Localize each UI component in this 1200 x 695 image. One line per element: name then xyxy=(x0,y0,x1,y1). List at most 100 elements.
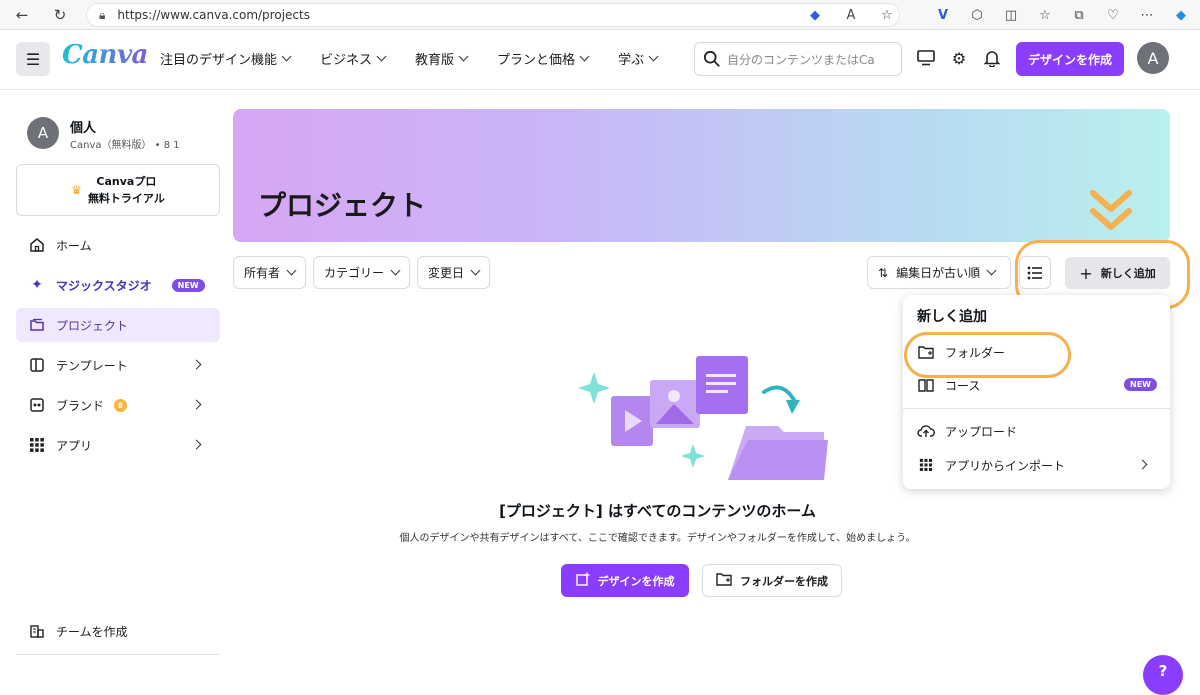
add-new-button[interactable]: + 新しく追加 xyxy=(1065,257,1170,289)
category-filter[interactable]: カテゴリー xyxy=(313,256,410,289)
sidebar: A 個人 Canva（無料版） • 8 1 ♛ Canvaプロ 無料トライアル … xyxy=(0,91,232,675)
nav-education[interactable]: 教育版 xyxy=(415,49,469,68)
read-aloud-icon[interactable]: A xyxy=(842,6,860,24)
search-input[interactable]: 自分のコンテンツまたはCa xyxy=(694,42,902,76)
account-avatar[interactable]: A xyxy=(27,117,59,149)
empty-state-title: [プロジェクト] はすべてのコンテンツのホーム xyxy=(499,502,816,520)
tag-icon[interactable]: ◆ xyxy=(806,6,824,24)
canva-logo[interactable]: Canva xyxy=(62,40,148,70)
nav-pricing[interactable]: プランと価格 xyxy=(497,49,590,68)
chevron-down-icon xyxy=(648,51,659,62)
help-button[interactable]: ? xyxy=(1143,655,1183,695)
create-team-label: チームを作成 xyxy=(56,624,128,639)
split-screen-icon[interactable]: ◫ xyxy=(1002,6,1020,24)
sidebar-divider xyxy=(16,654,220,655)
grid-icon xyxy=(28,436,46,454)
arrow-left-icon[interactable]: ← xyxy=(13,6,31,24)
create-design-button-main[interactable]: デザインを作成 xyxy=(561,564,689,597)
button-label: デザインを作成 xyxy=(597,574,675,588)
sidebar-item-projects[interactable]: プロジェクト xyxy=(16,308,220,342)
menu-item-course[interactable]: コース NEW xyxy=(903,370,1170,400)
sidebar-item-label: アプリ xyxy=(56,438,93,453)
sidebar-item-templates[interactable]: テンプレート xyxy=(16,348,220,382)
nav-label: 学ぶ xyxy=(618,53,645,68)
folder-icon xyxy=(28,316,46,334)
pro-trial-line1: Canvaプロ xyxy=(96,175,157,188)
sidebar-item-label: ホーム xyxy=(56,238,92,253)
more-icon[interactable]: ⋯ xyxy=(1138,6,1156,24)
hamburger-menu-icon[interactable]: ☰ xyxy=(16,42,50,76)
building-icon xyxy=(28,622,46,640)
chevron-down-icon xyxy=(390,265,401,276)
sidebar-item-label: ブランド xyxy=(56,398,105,413)
owner-filter[interactable]: 所有者 xyxy=(233,256,306,289)
double-chevron-down-icon xyxy=(1090,190,1132,230)
chevron-down-icon xyxy=(579,51,590,62)
sort-label: 編集日が古い順 xyxy=(896,266,981,280)
app-header: ☰ Canva 注目のデザイン機能 ビジネス 教育版 プランと価格 学ぶ 自分の… xyxy=(0,30,1200,90)
sort-dropdown[interactable]: ⇅ 編集日が古い順 xyxy=(867,256,1011,289)
puzzle-icon[interactable]: ⬡ xyxy=(968,6,986,24)
menu-item-label: アプリからインポート xyxy=(945,458,1066,473)
chevron-down-icon xyxy=(286,265,297,276)
favorites-icon[interactable]: ☆ xyxy=(1036,6,1054,24)
crown-badge-icon: ♛ xyxy=(114,398,128,412)
create-folder-button[interactable]: フォルダーを作成 xyxy=(702,564,842,597)
sidebar-item-magic-studio[interactable]: ✦ マジックスタジオ NEW xyxy=(16,268,220,302)
nav-featured[interactable]: 注目のデザイン機能 xyxy=(160,49,292,68)
search-icon xyxy=(703,50,720,67)
chevron-right-icon xyxy=(191,399,202,410)
nav-label: ビジネス xyxy=(320,53,373,68)
projects-illustration xyxy=(578,356,828,480)
nav-learn[interactable]: 学ぶ xyxy=(618,49,659,68)
modified-filter[interactable]: 変更日 xyxy=(417,256,490,289)
reload-icon[interactable]: ↻ xyxy=(51,6,69,24)
sidebar-item-home[interactable]: ホーム xyxy=(16,228,220,262)
chevron-right-icon xyxy=(191,439,202,450)
heartbeat-icon[interactable]: ♡ xyxy=(1104,6,1122,24)
star-icon[interactable]: ☆ xyxy=(878,6,896,24)
chevron-down-icon xyxy=(458,51,469,62)
new-badge: NEW xyxy=(171,278,205,292)
menu-item-folder[interactable]: フォルダー xyxy=(903,337,1170,367)
nav-label: プランと価格 xyxy=(497,53,576,68)
pro-trial-button[interactable]: ♛ Canvaプロ 無料トライアル xyxy=(16,164,220,216)
menu-item-label: フォルダー xyxy=(945,345,1006,360)
avatar[interactable]: A xyxy=(1137,42,1169,74)
sidebar-item-brand[interactable]: ブランド ♛ xyxy=(16,388,220,422)
menu-title: 新しく追加 xyxy=(917,309,987,325)
menu-item-upload[interactable]: アップロード xyxy=(903,416,1170,446)
address-bar[interactable]: 🔒︎ https://www.canva.com/projects xyxy=(86,3,900,27)
sidebar-item-apps[interactable]: アプリ xyxy=(16,428,220,462)
sort-icon: ⇅ xyxy=(878,265,889,280)
grid-icon xyxy=(917,456,935,474)
nav-business[interactable]: ビジネス xyxy=(320,49,387,68)
bell-icon[interactable] xyxy=(982,48,1002,68)
menu-item-import-from-apps[interactable]: アプリからインポート xyxy=(903,450,1170,480)
top-navigation: 注目のデザイン機能 ビジネス 教育版 プランと価格 学ぶ xyxy=(160,49,659,68)
list-view-icon[interactable] xyxy=(1019,256,1051,289)
gear-icon[interactable]: ⚙ xyxy=(949,48,969,68)
filter-label: 所有者 xyxy=(244,266,281,280)
chevron-down-icon xyxy=(986,265,997,276)
lock-icon: 🔒︎ xyxy=(99,7,106,22)
account-plan: Canva（無料版） • 8 1 xyxy=(70,140,180,151)
collections-icon[interactable]: ⧉ xyxy=(1070,6,1088,24)
browser-toolbar: ← ↻ 🔒︎ https://www.canva.com/projects ◆ … xyxy=(0,0,1200,30)
pro-trial-line2: 無料トライアル xyxy=(87,192,165,205)
add-new-label: 新しく追加 xyxy=(1100,267,1156,280)
folder-plus-icon xyxy=(917,343,935,361)
create-team-button[interactable]: チームを作成 xyxy=(16,614,220,648)
sparkle-icon: ✦ xyxy=(31,277,43,293)
account-name[interactable]: 個人 xyxy=(70,117,96,136)
cloud-upload-icon xyxy=(917,422,935,440)
monitor-icon[interactable] xyxy=(916,48,936,68)
menu-item-label: コース xyxy=(945,378,981,393)
address-bar-icons: ◆ A ☆ xyxy=(806,6,896,24)
filter-label: カテゴリー xyxy=(324,266,385,280)
url-text: https://www.canva.com/projects xyxy=(117,8,310,22)
chevron-down-icon xyxy=(376,51,387,62)
extension-v-icon[interactable]: V xyxy=(934,6,952,24)
create-design-button[interactable]: デザインを作成 xyxy=(1016,42,1124,76)
copilot-icon[interactable]: ◆ xyxy=(1172,6,1190,24)
